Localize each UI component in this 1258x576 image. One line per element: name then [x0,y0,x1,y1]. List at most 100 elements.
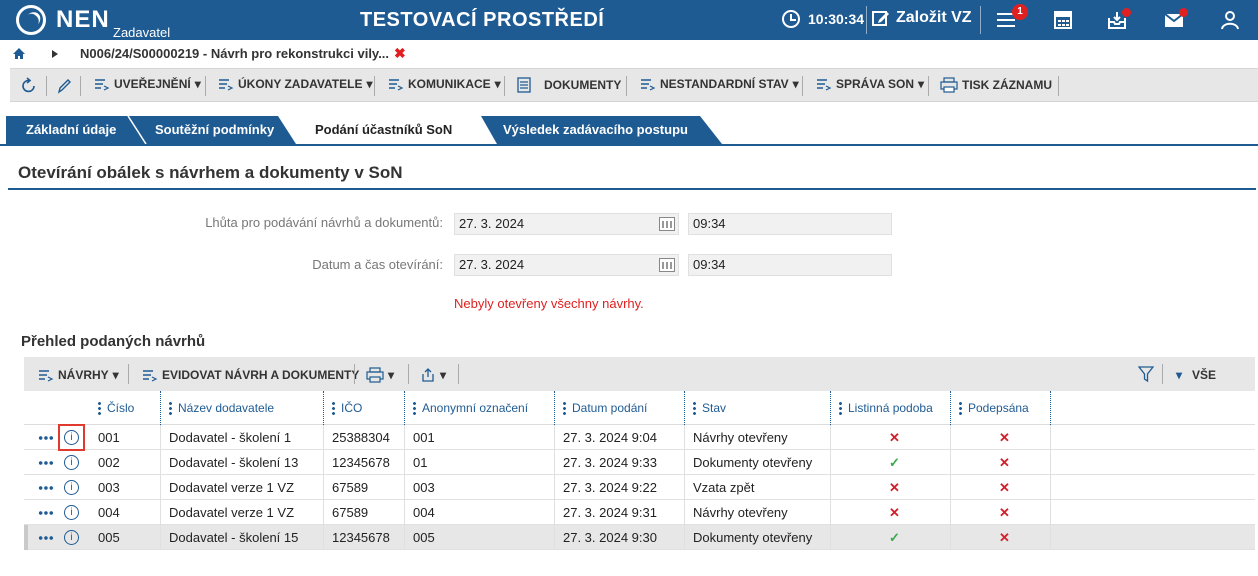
menu-uverejneni[interactable]: UVEŘEJNĚNÍ ▾ [94,77,201,91]
deadline-date-field[interactable]: 27. 3. 2024 [454,213,679,235]
grid-title: Přehled podaných návrhů [21,333,206,350]
column-menu-icon[interactable] [959,401,962,415]
list-arrow-icon [95,79,110,91]
list-arrow-icon [389,79,404,91]
nen-logo-icon[interactable] [16,5,46,35]
tab-soutezni-podminky[interactable]: Soutěžní podmínky [135,116,285,144]
cell-datum: 27. 3. 2024 9:04 [555,425,685,450]
column-header-nazev[interactable]: Název dodavatele [161,391,324,425]
menu-sprava-son[interactable]: SPRÁVA SON ▾ [816,77,924,91]
menu-label: TISK ZÁZNAMU [962,78,1052,92]
column-header-cislo[interactable]: Číslo [90,391,161,425]
close-icon[interactable]: ✖ [394,45,406,62]
column-header-ico[interactable]: IČO [324,391,405,425]
info-icon[interactable]: i [64,430,79,445]
info-icon[interactable]: i [64,455,79,470]
menu-komunikace[interactable]: KOMUNIKACE ▾ [388,77,501,91]
column-menu-icon[interactable] [693,401,696,415]
user-icon[interactable] [1219,10,1241,30]
column-label: IČO [341,401,363,415]
info-icon[interactable]: i [64,480,79,495]
menu-nestandardni-stav[interactable]: NESTANDARDNÍ STAV ▾ [640,77,799,91]
column-menu-icon[interactable] [98,401,101,415]
table-row[interactable]: i 003 Dodavatel verze 1 VZ 67589 003 27.… [24,475,1255,500]
column-header-anonymni[interactable]: Anonymní označení [405,391,555,425]
column-header-podepsana[interactable]: Podepsána [951,391,1051,425]
more-actions-icon[interactable] [38,461,54,465]
divider [1058,76,1059,96]
column-label: Listinná podoba [848,401,933,415]
column-label: Číslo [107,401,135,415]
tab-podani-ucastniku[interactable]: Podání účastníků SoN [296,116,476,144]
environment-title: TESTOVACÍ PROSTŘEDÍ [360,9,605,31]
calendar-icon[interactable] [659,258,675,272]
divider [46,76,47,96]
cross-icon: ✕ [951,525,1051,550]
calculator-icon[interactable] [1052,10,1074,30]
divider [128,364,129,384]
cell-stav: Dokumenty otevřeny [685,450,831,475]
deadline-time-field[interactable]: 09:34 [688,213,892,235]
table-row[interactable]: i 005 Dodavatel - školení 15 12345678 00… [24,525,1255,550]
export-icon [422,368,434,382]
menu-tisk-zaznamu[interactable]: TISK ZÁZNAMU [940,77,1052,93]
caret-down-icon: ▾ [440,368,447,382]
deadline-label: Lhůta pro podávání návrhů a dokumentů: [205,215,443,230]
filter-icon[interactable] [1138,366,1154,383]
caret-down-icon: ▾ [792,77,799,91]
menu-dokumenty[interactable]: DOKUMENTY [516,77,621,93]
cross-icon: ✕ [831,475,951,500]
info-icon[interactable]: i [64,505,79,520]
cell-nazev: Dodavatel - školení 15 [161,525,324,550]
divider [928,76,929,96]
column-header-datum[interactable]: Datum podání [555,391,685,425]
table-row[interactable]: i 002 Dodavatel - školení 13 12345678 01… [24,450,1255,475]
evidovat-label: EVIDOVAT NÁVRH A DOKUMENTY [162,368,360,382]
column-menu-icon[interactable] [839,401,842,415]
more-actions-icon[interactable] [38,486,54,490]
info-icon[interactable]: i [64,530,79,545]
cell-nazev: Dodavatel - školení 1 [161,425,324,450]
pencil-icon[interactable] [56,77,72,95]
table-row[interactable]: i 001 Dodavatel - školení 1 25388304 001… [24,424,1255,451]
column-menu-icon[interactable] [169,401,172,415]
tab-underline [0,144,1258,146]
show-all-toggle[interactable]: ▾ VŠE [1176,368,1216,382]
notification-badge: 1 [1012,4,1028,20]
column-menu-icon[interactable] [332,401,335,415]
cell-datum: 27. 3. 2024 9:30 [555,525,685,550]
tab-vysledek-postupu[interactable]: Výsledek zadávacího postupu [483,116,698,144]
cross-icon: ✕ [951,500,1051,525]
more-actions-icon[interactable] [38,436,54,440]
column-label: Název dodavatele [178,401,275,415]
opening-label: Datum a čas otevírání: [312,257,443,272]
more-actions-icon[interactable] [38,511,54,515]
column-menu-icon[interactable] [563,401,566,415]
cell-stav: Dokumenty otevřeny [685,525,831,550]
cell-datum: 27. 3. 2024 9:31 [555,500,685,525]
table-row[interactable]: i 004 Dodavatel verze 1 VZ 67589 004 27.… [24,500,1255,525]
column-header-stav[interactable]: Stav [685,391,831,425]
home-icon[interactable] [12,47,26,60]
export-menu[interactable]: ▾ [420,367,446,383]
list-arrow-icon [219,79,234,91]
tab-bar: Základní údaje Soutěžní podmínky Podání … [0,116,1258,144]
breadcrumb-item[interactable]: N006/24/S00000219 - Návrh pro rekonstruk… [80,46,389,61]
opening-time-field[interactable]: 09:34 [688,254,892,276]
navrhy-menu[interactable]: NÁVRHY ▾ [38,368,119,382]
create-vz-label: Založit VZ [896,9,972,26]
refresh-icon[interactable] [20,77,38,95]
menu-ukony-zadavatele[interactable]: ÚKONY ZADAVATELE ▾ [218,77,372,91]
tab-zakladni-udaje[interactable]: Základní údaje [6,116,128,144]
menu-label: SPRÁVA SON [836,77,915,91]
column-menu-icon[interactable] [413,401,416,415]
opening-date-field[interactable]: 27. 3. 2024 [454,254,679,276]
column-header-listinna[interactable]: Listinná podoba [831,391,951,425]
logo-text[interactable]: NEN [56,6,110,34]
calendar-icon[interactable] [659,217,675,231]
more-actions-icon[interactable] [38,536,54,540]
create-vz-button[interactable]: Založit VZ [872,9,972,27]
evidovat-button[interactable]: EVIDOVAT NÁVRH A DOKUMENTY [142,368,359,382]
print-menu[interactable]: ▾ [366,367,394,383]
caret-down-icon: ▾ [388,368,395,382]
